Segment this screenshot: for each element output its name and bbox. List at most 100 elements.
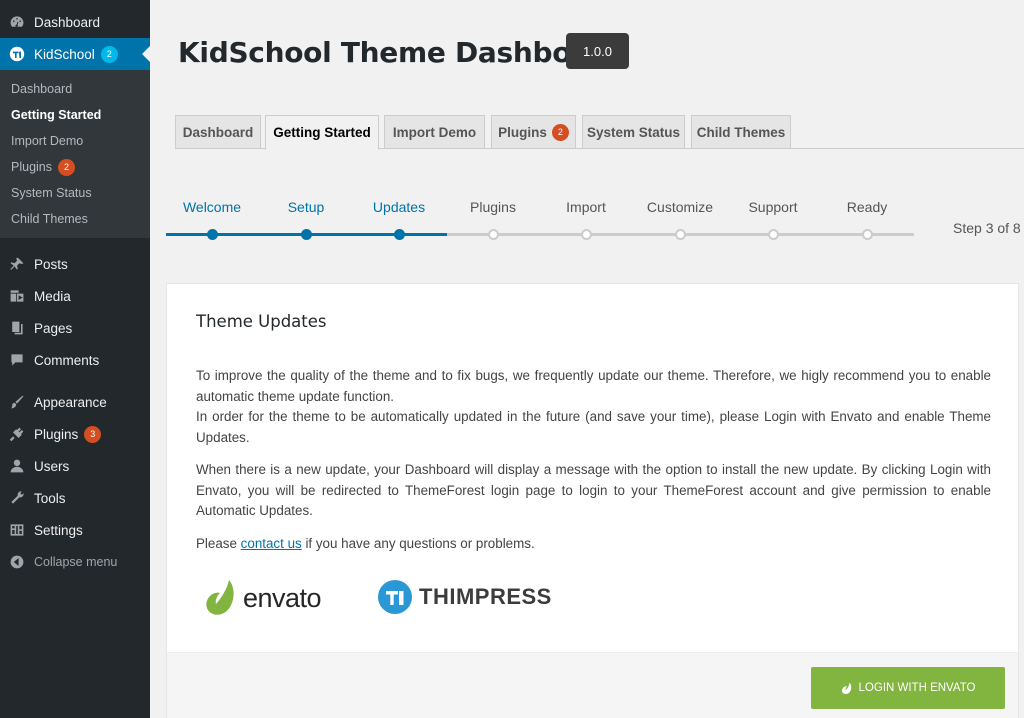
intro-line-2: In order for the theme to be automatical…	[196, 409, 991, 445]
notification-badge: 3	[84, 425, 102, 443]
notification-badge: 2	[58, 158, 75, 176]
step-setup[interactable]: Setup	[256, 196, 356, 240]
thimpress-wordmark: THIMPRESS	[419, 584, 552, 609]
sidebar-item-label: Appearance	[34, 394, 107, 410]
thimpress-logo-icon	[378, 580, 412, 614]
collapse-menu-button[interactable]: Collapse menu	[0, 546, 150, 578]
step-label: Plugins	[470, 199, 516, 215]
comments-icon	[8, 351, 26, 369]
dashboard-icon	[8, 13, 26, 31]
notification-badge: 2	[551, 123, 569, 141]
sidebar-item-label: Users	[34, 458, 70, 474]
pages-icon	[8, 319, 26, 337]
thimpress-logo: THIMPRESS	[377, 579, 552, 615]
tab-dashboard[interactable]: Dashboard	[175, 115, 261, 149]
sidebar-item-label: Settings	[34, 522, 83, 538]
sidebar-item-label: Posts	[34, 256, 68, 272]
submenu-item-plugins[interactable]: Plugins 2	[0, 154, 150, 180]
submenu-item-system-status[interactable]: System Status	[0, 180, 150, 206]
tab-child-themes[interactable]: Child Themes	[691, 115, 791, 149]
sidebar-item-label: Collapse menu	[34, 555, 118, 569]
step-welcome[interactable]: Welcome	[162, 196, 262, 240]
sidebar-item-appearance[interactable]: Appearance	[0, 386, 150, 418]
submenu-label: Dashboard	[11, 82, 73, 96]
step-import[interactable]: Import	[536, 196, 636, 240]
kidschool-submenu: Dashboard Getting Started Import Demo Pl…	[0, 70, 150, 238]
submenu-label: Getting Started	[11, 108, 102, 122]
submenu-label: Plugins	[11, 160, 52, 174]
step-label: Updates	[372, 199, 426, 215]
tab-bar: Dashboard Getting Started Import Demo Pl…	[175, 115, 1024, 150]
submenu-item-import-demo[interactable]: Import Demo	[0, 128, 150, 154]
submenu-item-dashboard[interactable]: Dashboard	[0, 76, 150, 102]
step-dot	[675, 229, 686, 240]
sidebar-item-comments[interactable]: Comments	[0, 344, 150, 376]
tab-label: Getting Started	[273, 125, 371, 140]
admin-sidebar: Dashboard KidSchool 2 Dashboard Getting …	[0, 0, 150, 718]
step-label: Setup	[287, 199, 325, 215]
envato-leaf-icon	[841, 682, 851, 694]
step-dot	[207, 229, 218, 240]
sidebar-item-dashboard[interactable]: Dashboard	[0, 6, 150, 38]
media-icon	[8, 287, 26, 305]
step-dot	[862, 229, 873, 240]
submenu-label: Child Themes	[11, 212, 88, 226]
login-with-envato-button[interactable]: LOGIN WITH ENVATO	[811, 667, 1005, 709]
contact-text-post: if you have any questions or problems.	[301, 535, 535, 551]
tab-getting-started[interactable]: Getting Started	[265, 115, 379, 150]
submenu-label: Import Demo	[11, 134, 84, 148]
plugins-icon	[8, 425, 26, 443]
sidebar-item-settings[interactable]: Settings	[0, 514, 150, 546]
sidebar-item-kidschool[interactable]: KidSchool 2	[0, 38, 150, 70]
intro-line-1: To improve the quality of the theme and …	[196, 368, 991, 404]
tab-label: Plugins	[498, 124, 547, 140]
step-support[interactable]: Support	[723, 196, 823, 240]
login-button-label: LOGIN WITH ENVATO	[858, 682, 976, 694]
tab-import-demo[interactable]: Import Demo	[384, 115, 485, 149]
setup-wizard-steps: Welcome Setup Updates Plugins Import Cus…	[166, 196, 1024, 256]
version-badge: 1.0.0	[566, 33, 629, 69]
step-dot	[394, 229, 405, 240]
sidebar-item-label: Tools	[34, 490, 66, 506]
tab-system-status[interactable]: System Status	[582, 115, 685, 149]
step-dot	[768, 229, 779, 240]
submenu-item-child-themes[interactable]: Child Themes	[0, 206, 150, 232]
sidebar-item-tools[interactable]: Tools	[0, 482, 150, 514]
tab-plugins[interactable]: Plugins 2	[491, 115, 576, 149]
envato-logo: envato	[205, 579, 322, 617]
page-title: KidSchool Theme Dashboard	[178, 36, 624, 69]
collapse-icon	[8, 553, 26, 571]
tab-label: Dashboard	[182, 124, 254, 140]
step-dot	[488, 229, 499, 240]
card-footer: LOGIN WITH ENVATO	[167, 652, 1018, 718]
card-title: Theme Updates	[196, 312, 327, 331]
submenu-item-getting-started[interactable]: Getting Started	[0, 102, 150, 128]
brush-icon	[8, 393, 26, 411]
contact-us-link[interactable]: contact us	[241, 536, 302, 551]
step-updates[interactable]: Updates	[349, 196, 449, 240]
users-icon	[8, 457, 26, 475]
notification-badge: 2	[100, 45, 118, 63]
sidebar-item-media[interactable]: Media	[0, 280, 150, 312]
sidebar-item-posts[interactable]: Posts	[0, 248, 150, 280]
step-ready[interactable]: Ready	[817, 196, 917, 240]
step-plugins[interactable]: Plugins	[443, 196, 543, 240]
sidebar-item-users[interactable]: Users	[0, 450, 150, 482]
sidebar-item-pages[interactable]: Pages	[0, 312, 150, 344]
settings-icon	[8, 521, 26, 539]
sidebar-item-label: KidSchool	[34, 46, 95, 62]
step-label: Support	[748, 199, 798, 215]
thimpress-icon	[8, 45, 26, 63]
step-customize[interactable]: Customize	[630, 196, 730, 240]
step-dot	[301, 229, 312, 240]
step-label: Import	[566, 199, 606, 215]
sidebar-item-label: Plugins	[34, 426, 79, 442]
card-body: To improve the quality of the theme and …	[196, 366, 991, 566]
tab-label: Import Demo	[392, 124, 477, 140]
sidebar-item-plugins[interactable]: Plugins 3	[0, 418, 150, 450]
sidebar-item-label: Media	[34, 288, 71, 304]
envato-wordmark: envato	[243, 582, 322, 613]
tab-label: System Status	[586, 124, 681, 140]
intro-paragraph: To improve the quality of the theme and …	[196, 366, 991, 448]
step-label: Welcome	[182, 199, 242, 215]
